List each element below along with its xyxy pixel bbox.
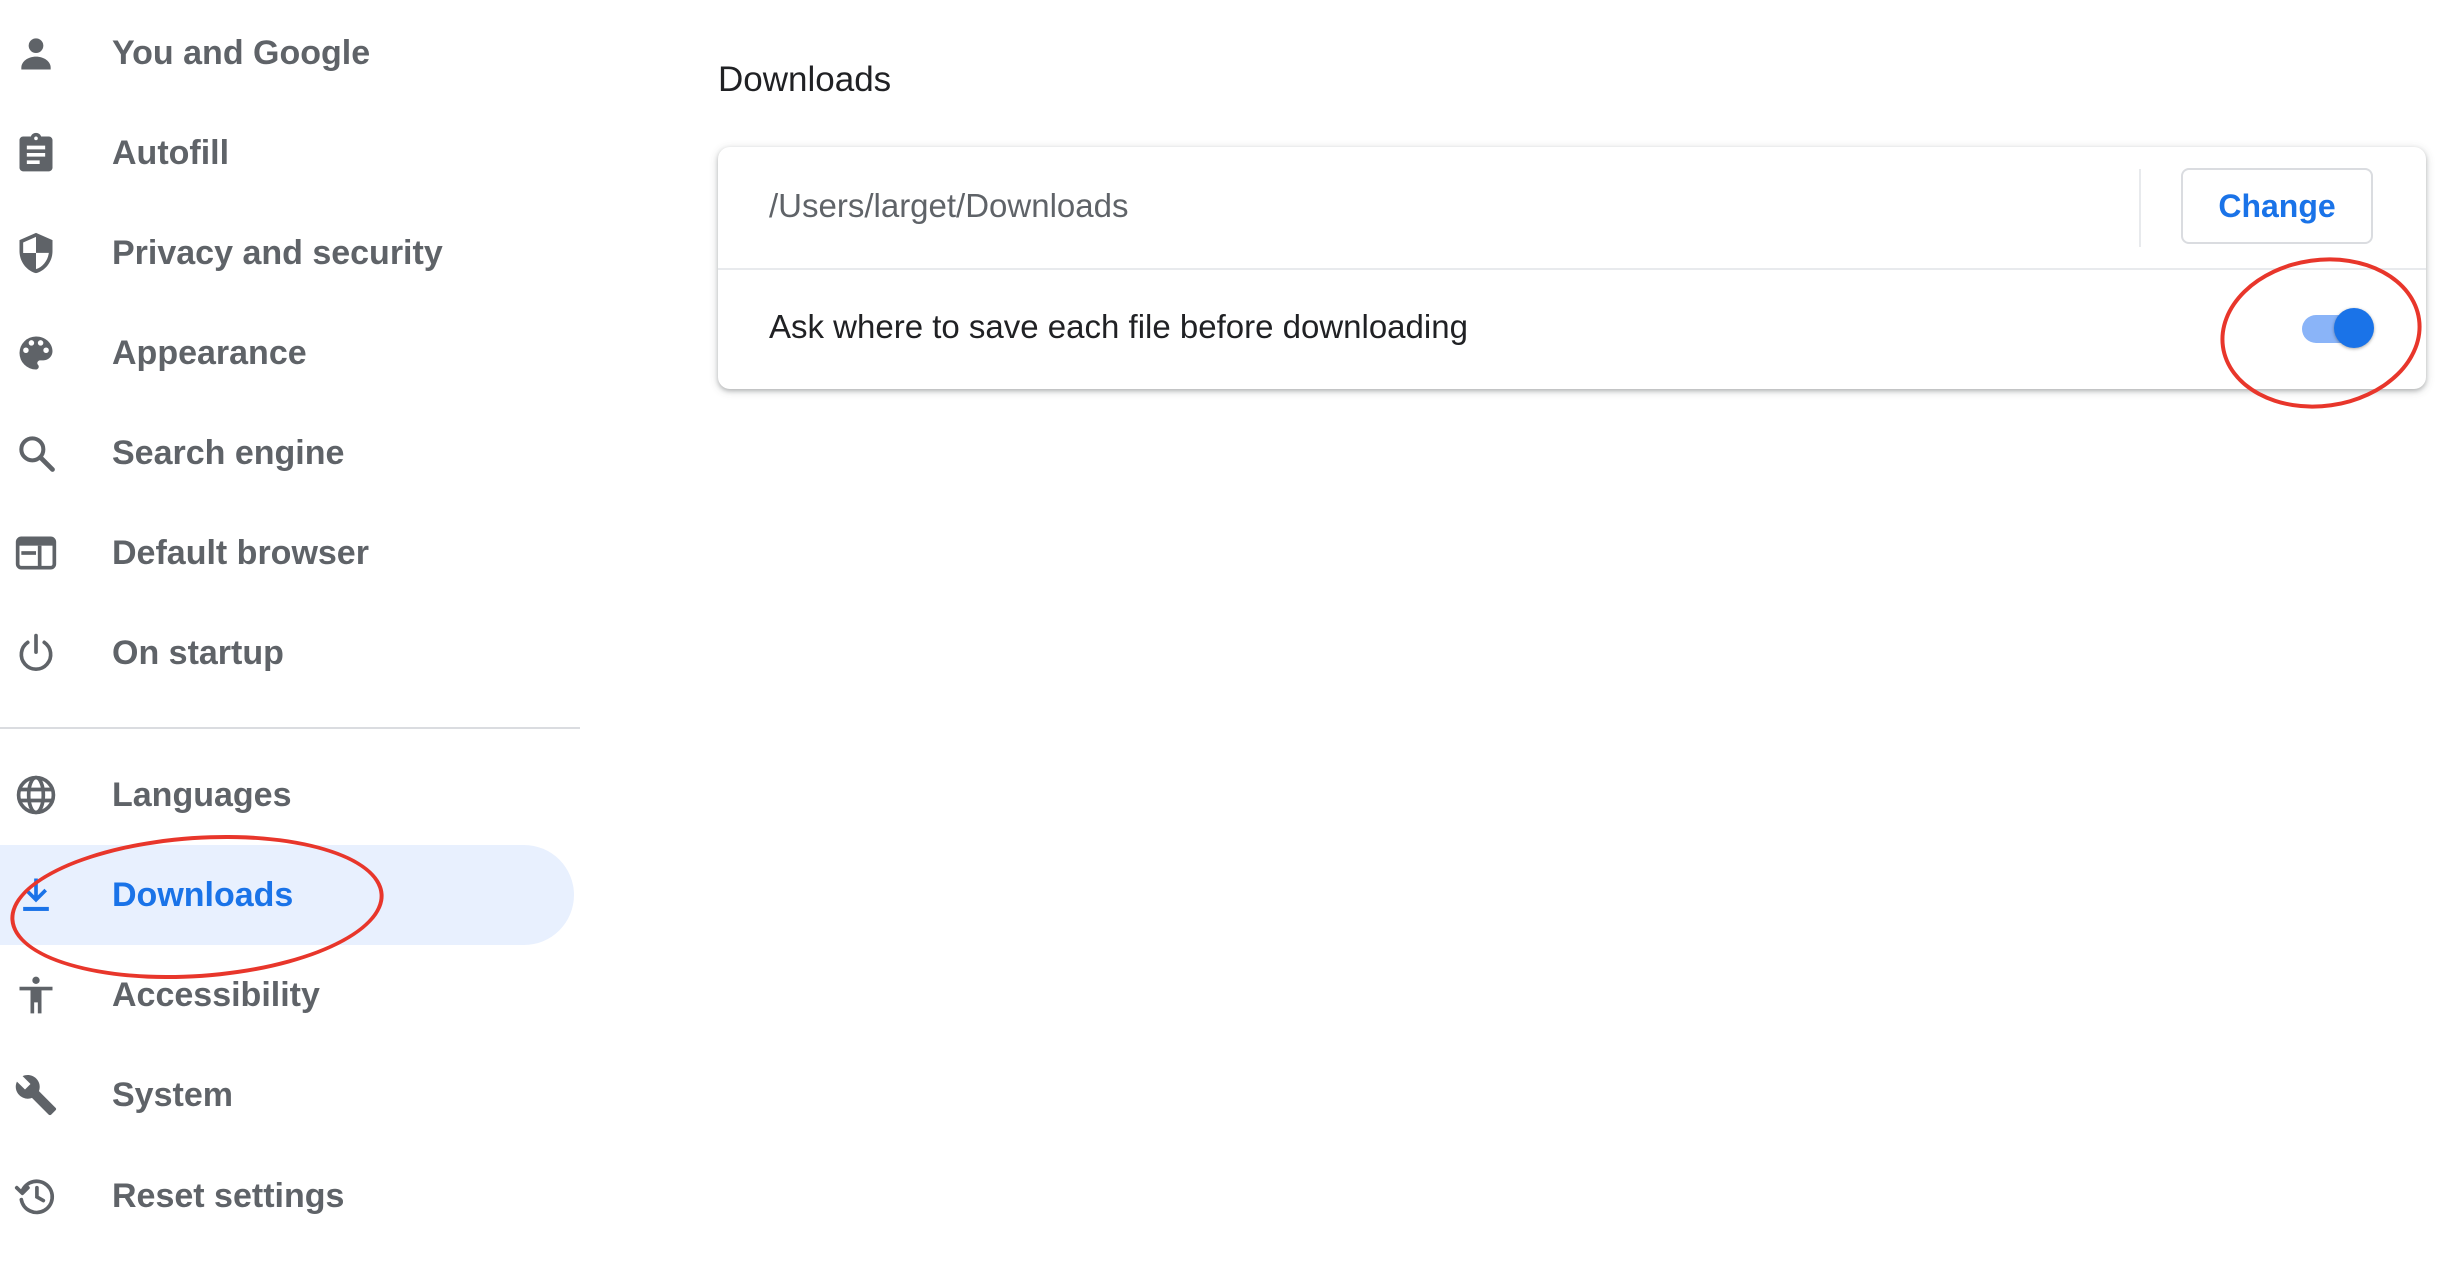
settings-sidebar: You and Google Autofill Privacy and secu… (0, 0, 580, 1266)
power-icon (14, 631, 58, 675)
sidebar-item-label: Autofill (112, 133, 230, 172)
sidebar-item-label: Reset settings (112, 1176, 345, 1215)
ask-where-to-save-label: Ask where to save each file before downl… (769, 308, 1468, 345)
clipboard-icon (14, 131, 58, 175)
person-icon (14, 31, 58, 75)
sidebar-item-search-engine[interactable]: Search engine (0, 403, 574, 503)
sidebar-item-label: You and Google (112, 33, 371, 72)
accessibility-icon (14, 973, 58, 1017)
sidebar-item-reset-settings[interactable]: Reset settings (0, 1146, 574, 1246)
download-icon (14, 873, 58, 917)
downloads-settings-card: /Users/larget/Downloads Change Ask where… (718, 147, 2426, 389)
sidebar-item-on-startup[interactable]: On startup (0, 603, 574, 703)
sidebar-item-label: System (112, 1075, 233, 1114)
sidebar-item-label: Search engine (112, 433, 345, 472)
sidebar-item-label: Languages (112, 775, 292, 814)
sidebar-item-appearance[interactable]: Appearance (0, 303, 574, 403)
toggle-knob (2334, 308, 2374, 348)
palette-icon (14, 331, 58, 375)
search-icon (14, 431, 58, 475)
sidebar-item-autofill[interactable]: Autofill (0, 103, 574, 203)
globe-icon (14, 773, 58, 817)
sidebar-item-languages[interactable]: Languages (0, 745, 574, 845)
wrench-icon (14, 1073, 58, 1117)
download-location-path: /Users/larget/Downloads (769, 187, 1129, 224)
sidebar-item-label: Accessibility (112, 975, 320, 1014)
history-icon (14, 1174, 58, 1218)
settings-page: You and Google Autofill Privacy and secu… (0, 0, 2452, 1266)
ask-where-to-save-row[interactable]: Ask where to save each file before downl… (718, 268, 2426, 389)
download-location-row: /Users/larget/Downloads Change (718, 147, 2426, 268)
sidebar-item-you-and-google[interactable]: You and Google (0, 3, 574, 103)
row-separator (2139, 169, 2141, 247)
browser-window-icon (14, 531, 58, 575)
change-location-button[interactable]: Change (2181, 168, 2373, 244)
shield-icon (14, 231, 58, 275)
sidebar-item-default-browser[interactable]: Default browser (0, 503, 574, 603)
sidebar-item-accessibility[interactable]: Accessibility (0, 945, 574, 1045)
sidebar-item-label: On startup (112, 633, 284, 672)
sidebar-item-system[interactable]: System (0, 1045, 574, 1145)
sidebar-item-label: Privacy and security (112, 233, 443, 272)
sidebar-item-label: Downloads (112, 875, 294, 914)
section-title: Downloads (718, 60, 892, 99)
sidebar-item-downloads[interactable]: Downloads (0, 845, 574, 945)
sidebar-item-label: Default browser (112, 533, 369, 572)
ask-where-to-save-toggle[interactable] (2298, 306, 2378, 352)
sidebar-item-privacy-and-security[interactable]: Privacy and security (0, 203, 574, 303)
sidebar-divider (0, 727, 580, 729)
sidebar-item-label: Appearance (112, 333, 307, 372)
